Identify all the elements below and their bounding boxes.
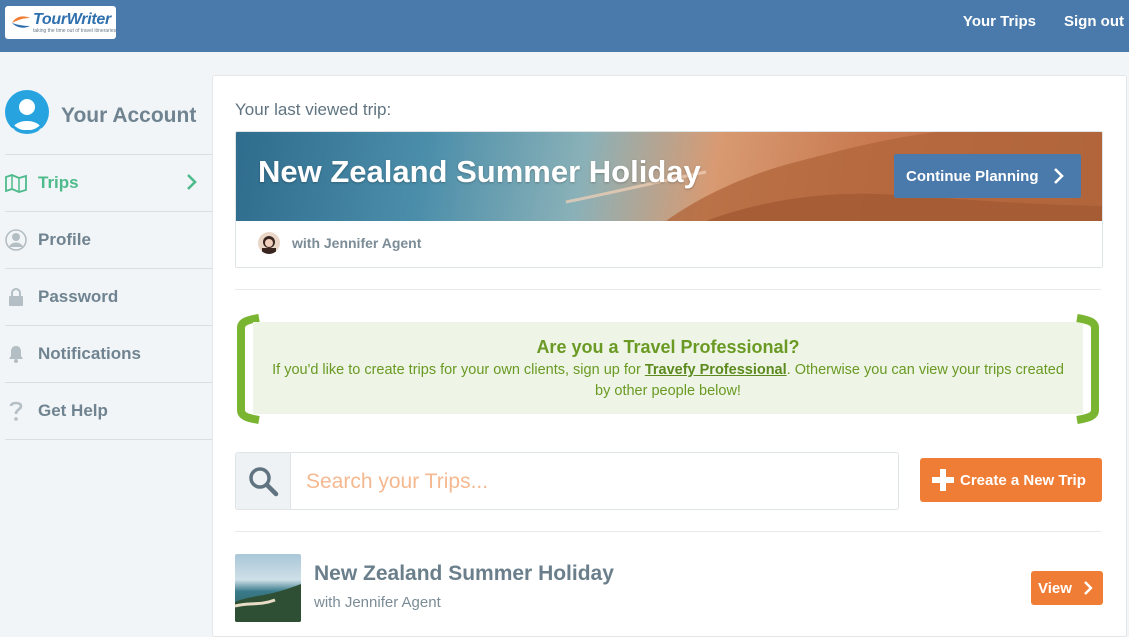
agent-avatar (258, 232, 280, 254)
last-viewed-trip-card[interactable]: New Zealand Summer Holiday Continue Plan… (235, 131, 1103, 268)
divider (235, 531, 1101, 532)
top-nav: Your Trips Sign out (963, 13, 1124, 30)
promo-text-before: If you'd like to create trips for your o… (272, 362, 645, 378)
logo-name: TourWriter (33, 11, 111, 28)
main-panel: Your last viewed trip: New Zealand Summe… (212, 75, 1127, 637)
trip-thumbnail (235, 554, 301, 622)
avatar (5, 90, 49, 134)
tourwriter-logo[interactable]: TourWriter taking the time out of travel… (5, 6, 116, 39)
trip-name: New Zealand Summer Holiday (314, 562, 614, 585)
trip-agent: with Jennifer Agent (314, 594, 441, 611)
sidebar-item-label: Password (38, 287, 119, 306)
sidebar-item-profile[interactable]: Profile (5, 212, 212, 269)
top-bar: TourWriter taking the time out of travel… (0, 0, 1129, 52)
divider (235, 289, 1101, 290)
map-icon (5, 172, 27, 194)
search-icon[interactable] (236, 453, 291, 509)
create-new-trip-label: Create a New Trip (960, 471, 1086, 489)
agent-info: with Jennifer Agent (258, 232, 421, 254)
bell-icon (5, 343, 27, 365)
promo-text: If you'd like to create trips for your o… (265, 360, 1071, 402)
sidebar-item-password[interactable]: Password (5, 269, 212, 326)
sidebar-item-label: Get Help (38, 401, 108, 420)
view-trip-button[interactable]: View (1031, 571, 1103, 605)
hero-trip-title: New Zealand Summer Holiday (258, 154, 701, 189)
bracket-right-icon (1076, 314, 1099, 424)
user-avatar-icon (5, 90, 49, 134)
account-title: Your Account (61, 104, 197, 127)
lock-icon (5, 286, 27, 308)
user-icon (5, 229, 27, 251)
logo-mark-icon (12, 16, 30, 28)
sidebar: Your Account Trips Profile Password Noti… (0, 52, 212, 440)
continue-planning-label: Continue Planning (906, 167, 1039, 185)
sidebar-item-get-help[interactable]: Get Help (5, 383, 212, 440)
account-header: Your Account (5, 52, 212, 155)
sidebar-item-label: Profile (38, 230, 91, 249)
last-viewed-label: Your last viewed trip: (235, 100, 392, 119)
chevron-right-icon (187, 174, 197, 190)
sidebar-item-trips[interactable]: Trips (5, 155, 212, 212)
sidebar-item-notifications[interactable]: Notifications (5, 326, 212, 383)
agent-name: with Jennifer Agent (292, 235, 422, 251)
view-label: View (1038, 579, 1072, 597)
plus-icon (932, 469, 954, 491)
promo-question: Are you a Travel Professional? (536, 337, 800, 357)
travel-pro-promo: Are you a Travel Professional? If you'd … (235, 314, 1101, 424)
travefy-professional-link[interactable]: Travefy Professional (645, 362, 787, 378)
nav-your-trips[interactable]: Your Trips (963, 13, 1036, 30)
logo-tagline: taking the time out of travel itinerarie… (33, 28, 117, 34)
trip-list-item[interactable]: New Zealand Summer Holiday with Jennifer… (235, 554, 1103, 624)
sidebar-item-label: Notifications (38, 344, 141, 363)
question-icon (5, 400, 27, 422)
continue-planning-button[interactable]: Continue Planning (894, 154, 1081, 198)
nav-sign-out[interactable]: Sign out (1064, 13, 1124, 30)
chevron-right-icon (1084, 581, 1093, 595)
search-input[interactable] (304, 467, 868, 497)
chevron-right-icon (1054, 168, 1064, 184)
sidebar-item-label: Trips (38, 173, 79, 192)
trip-search (235, 452, 899, 510)
create-new-trip-button[interactable]: Create a New Trip (920, 458, 1102, 502)
